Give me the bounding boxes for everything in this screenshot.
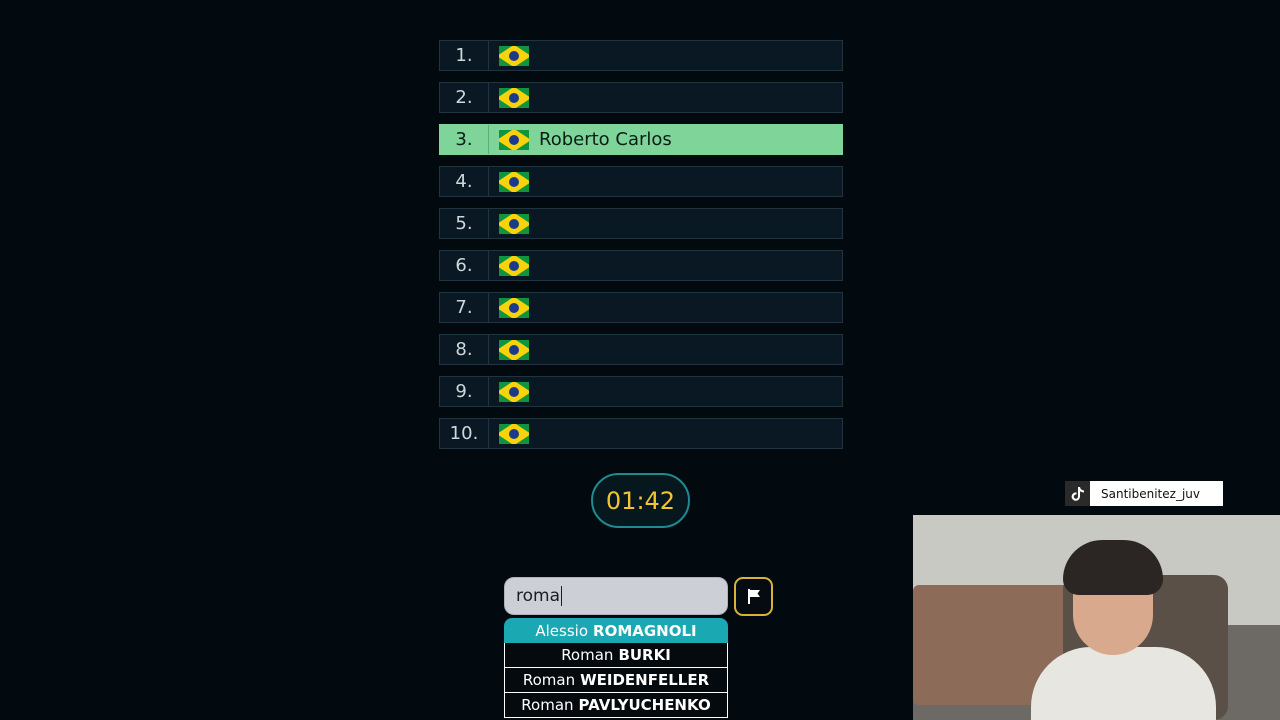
- suggestion-first-name: Alessio: [535, 621, 589, 640]
- search-input-value: roma: [516, 586, 560, 606]
- brazil-flag-icon: [499, 255, 529, 276]
- text-caret: [561, 586, 562, 606]
- rank-row: 1.: [439, 40, 843, 71]
- rank-number: 2.: [440, 83, 489, 112]
- search-input[interactable]: roma: [504, 577, 728, 615]
- suggestion-last-name: WEIDENFELLER: [580, 671, 710, 689]
- streamer-handle: Santibenitez_juv: [1101, 486, 1200, 501]
- rank-number: 3.: [440, 125, 489, 154]
- suggestion-last-name: PAVLYUCHENKO: [578, 696, 711, 714]
- suggestion-item[interactable]: Roman BURKI: [504, 643, 728, 668]
- suggestion-item[interactable]: Roman PAVLYUCHENKO: [504, 693, 728, 718]
- webcam-overlay: [913, 515, 1280, 720]
- rank-number: 10.: [440, 419, 489, 448]
- suggestion-list: Alessio ROMAGNOLI Roman BURKI Roman WEIDENF…: [504, 618, 728, 718]
- suggestion-last-name: ROMAGNOLI: [593, 621, 697, 640]
- suggestion-last-name: BURKI: [618, 646, 671, 664]
- brazil-flag-icon: [499, 339, 529, 360]
- rank-row: 10.: [439, 418, 843, 449]
- rank-number: 4.: [440, 167, 489, 196]
- brazil-flag-icon: [499, 87, 529, 108]
- suggestion-first-name: Roman: [521, 696, 574, 714]
- rank-row: 9.: [439, 376, 843, 407]
- brazil-flag-icon: [499, 297, 529, 318]
- brazil-flag-icon: [499, 423, 529, 444]
- brazil-flag-icon: [499, 171, 529, 192]
- flag-icon: [747, 589, 760, 604]
- suggestion-first-name: Roman: [522, 671, 576, 689]
- rank-row: 7.: [439, 292, 843, 323]
- rank-row: 2.: [439, 82, 843, 113]
- rank-number: 7.: [440, 293, 489, 322]
- rank-row-found: 3. Roberto Carlos: [439, 124, 843, 155]
- streamer-badge: Santibenitez_juv: [1065, 481, 1223, 506]
- player-board: 1. 2. 3. Roberto Carlos 4. 5. 6. 7. 8. 9…: [439, 40, 843, 460]
- rank-number: 9.: [440, 377, 489, 406]
- rank-number: 6.: [440, 251, 489, 280]
- brazil-flag-icon: [499, 45, 529, 66]
- suggestion-first-name: Roman: [561, 646, 614, 664]
- rank-number: 1.: [440, 41, 489, 70]
- rank-row: 6.: [439, 250, 843, 281]
- give-up-button[interactable]: [734, 577, 773, 616]
- brazil-flag-icon: [499, 213, 529, 234]
- player-name: Roberto Carlos: [539, 129, 672, 150]
- rank-row: 5.: [439, 208, 843, 239]
- rank-row: 4.: [439, 166, 843, 197]
- suggestion-item[interactable]: Roman WEIDENFELLER: [504, 668, 728, 693]
- brazil-flag-icon: [499, 381, 529, 402]
- rank-row: 8.: [439, 334, 843, 365]
- tiktok-icon: [1065, 481, 1090, 506]
- suggestion-item[interactable]: Alessio ROMAGNOLI: [504, 618, 728, 643]
- rank-number: 8.: [440, 335, 489, 364]
- countdown-timer: 01:42: [591, 473, 690, 528]
- rank-number: 5.: [440, 209, 489, 238]
- brazil-flag-icon: [499, 129, 529, 150]
